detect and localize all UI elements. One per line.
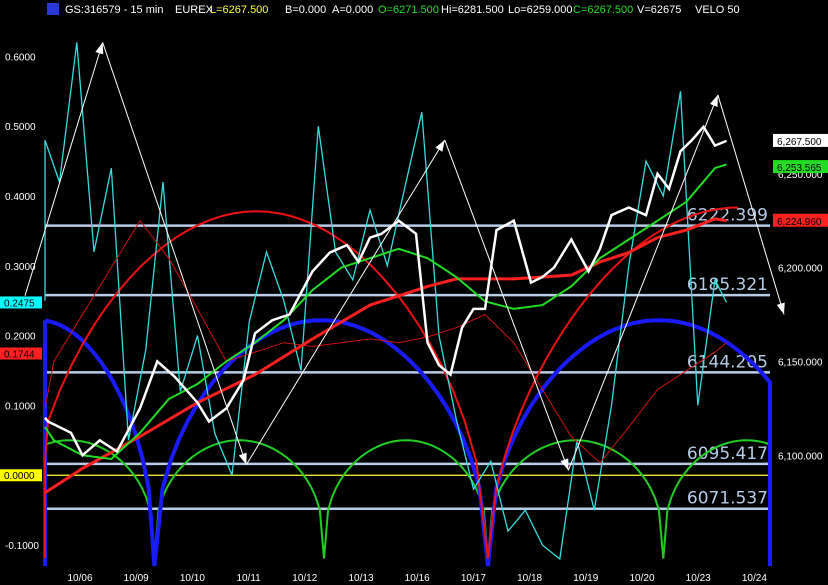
header-exchange: EUREX: [175, 4, 214, 16]
left-axis-badge-label: 0.0000: [4, 471, 35, 482]
x-axis-date-label: 10/17: [461, 573, 486, 584]
x-axis-date-label: 10/23: [686, 573, 711, 584]
trading-chart: 6222.3996185.3216144.2056095.4176071.537…: [0, 0, 828, 585]
header-open: O=6271.500: [378, 4, 439, 16]
right-axis-tick-label: 6,100.000: [778, 451, 823, 462]
x-axis-date-label: 10/10: [180, 573, 205, 584]
level-label: 6185.321: [687, 275, 768, 295]
x-axis-date-label: 10/09: [124, 573, 149, 584]
left-axis-tick-label: -0.1000: [5, 541, 39, 552]
header-ask: A=0.000: [332, 4, 373, 16]
left-axis-tick-label: 0.3000: [5, 262, 36, 273]
header-bid: B=0.000: [285, 4, 326, 16]
level-label: 6071.537: [687, 489, 768, 509]
header-low: Lo=6259.000: [508, 4, 573, 16]
left-axis-tick-label: 0.4000: [5, 192, 36, 203]
x-axis-date-label: 10/24: [742, 573, 767, 584]
left-axis-tick-label: 0.6000: [5, 52, 36, 63]
header-indicator: VELO 50: [695, 4, 740, 16]
x-axis-date-label: 10/11: [236, 573, 261, 584]
left-axis-tick-label: 0.5000: [5, 122, 36, 133]
left-axis-badge-label: 0.1744: [4, 350, 35, 361]
chart-menu-icon[interactable]: [47, 3, 59, 15]
header-high: Hi=6281.500: [441, 4, 504, 16]
left-axis-tick-label: 0.2000: [5, 332, 36, 343]
x-axis-date-label: 10/20: [629, 573, 654, 584]
right-axis-badge-label: 6,253.565: [777, 163, 822, 174]
header-symbol: GS:316579 - 15 min: [65, 4, 163, 16]
left-axis-badge-label: 0.2475: [4, 298, 35, 309]
level-label: 6095.417: [687, 444, 768, 464]
x-axis-date-label: 10/13: [348, 573, 373, 584]
right-axis-tick-label: 6,200.000: [778, 264, 823, 275]
x-axis-date-label: 10/12: [292, 573, 317, 584]
header-volume: V=62675: [637, 4, 681, 16]
left-axis-tick-label: 0.1000: [5, 401, 36, 412]
right-axis-tick-label: 6,150.000: [778, 357, 823, 368]
right-axis-badge-label: 6,267.500: [777, 137, 822, 148]
header-close: C=6267.500: [573, 4, 633, 16]
x-axis-date-label: 10/06: [67, 573, 92, 584]
header-last: L=6267.500: [210, 4, 268, 16]
x-axis-date-label: 10/19: [573, 573, 598, 584]
x-axis-date-label: 10/18: [517, 573, 542, 584]
right-axis-badge-label: 6,224.960: [777, 217, 822, 228]
x-axis-date-label: 10/16: [405, 573, 430, 584]
